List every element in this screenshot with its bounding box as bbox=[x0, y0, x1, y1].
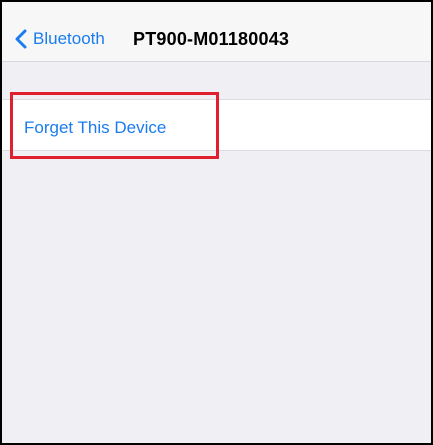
navigation-bar: Bluetooth PT900-M01180043 bbox=[2, 2, 431, 62]
chevron-left-icon bbox=[15, 29, 27, 49]
page-title: PT900-M01180043 bbox=[133, 29, 290, 49]
forget-device-button[interactable]: Forget This Device bbox=[24, 118, 166, 138]
back-button[interactable]: Bluetooth bbox=[14, 29, 105, 49]
device-actions-section: Forget This Device bbox=[2, 99, 431, 151]
back-button-label: Bluetooth bbox=[33, 29, 105, 48]
screen-frame: Bluetooth PT900-M01180043 Forget This De… bbox=[0, 0, 433, 445]
